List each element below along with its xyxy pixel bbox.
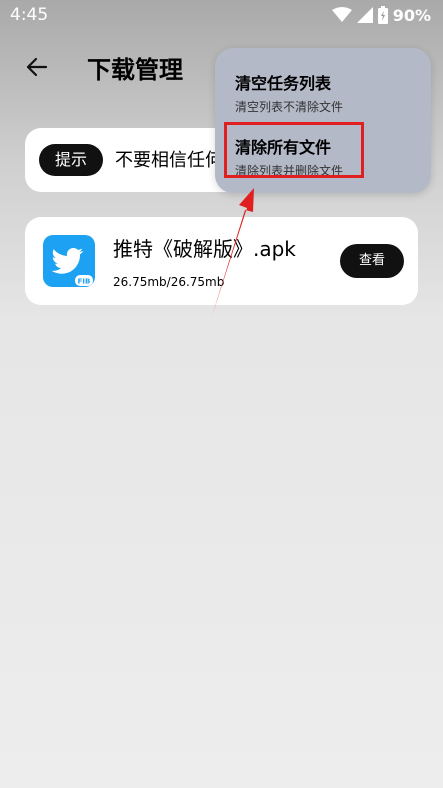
- file-name: 推特《破解版》.apk: [113, 237, 296, 261]
- arrow-left-icon: [26, 57, 48, 77]
- menu-item-title: 清空任务列表: [235, 74, 332, 93]
- status-bar: 4:45 90%: [0, 0, 443, 32]
- view-button[interactable]: 查看: [340, 244, 404, 278]
- battery-percent: 90%: [392, 5, 431, 25]
- twitter-app-icon: FIB: [43, 235, 95, 287]
- svg-text:FIB: FIB: [78, 278, 91, 286]
- menu-item-clear-task-list[interactable]: 清空任务列表 清空列表不清除文件: [235, 70, 343, 115]
- page-title: 下载管理: [87, 56, 183, 84]
- menu-item-subtitle: 清空列表不清除文件: [235, 100, 344, 114]
- wifi-icon: [331, 7, 352, 22]
- notice-text: 不要相信任何: [115, 150, 223, 171]
- back-button[interactable]: [22, 52, 52, 82]
- notice-label: 提示: [39, 144, 103, 176]
- file-size: 26.75mb/26.75mb: [113, 275, 225, 289]
- status-icons: 90%: [331, 4, 431, 26]
- battery-icon: [377, 6, 388, 24]
- signal-icon: [356, 7, 373, 23]
- download-item[interactable]: FIB 推特《破解版》.apk 26.75mb/26.75mb 查看: [25, 217, 418, 305]
- annotation-highlight-box: [224, 122, 364, 178]
- status-time: 4:45: [10, 5, 49, 25]
